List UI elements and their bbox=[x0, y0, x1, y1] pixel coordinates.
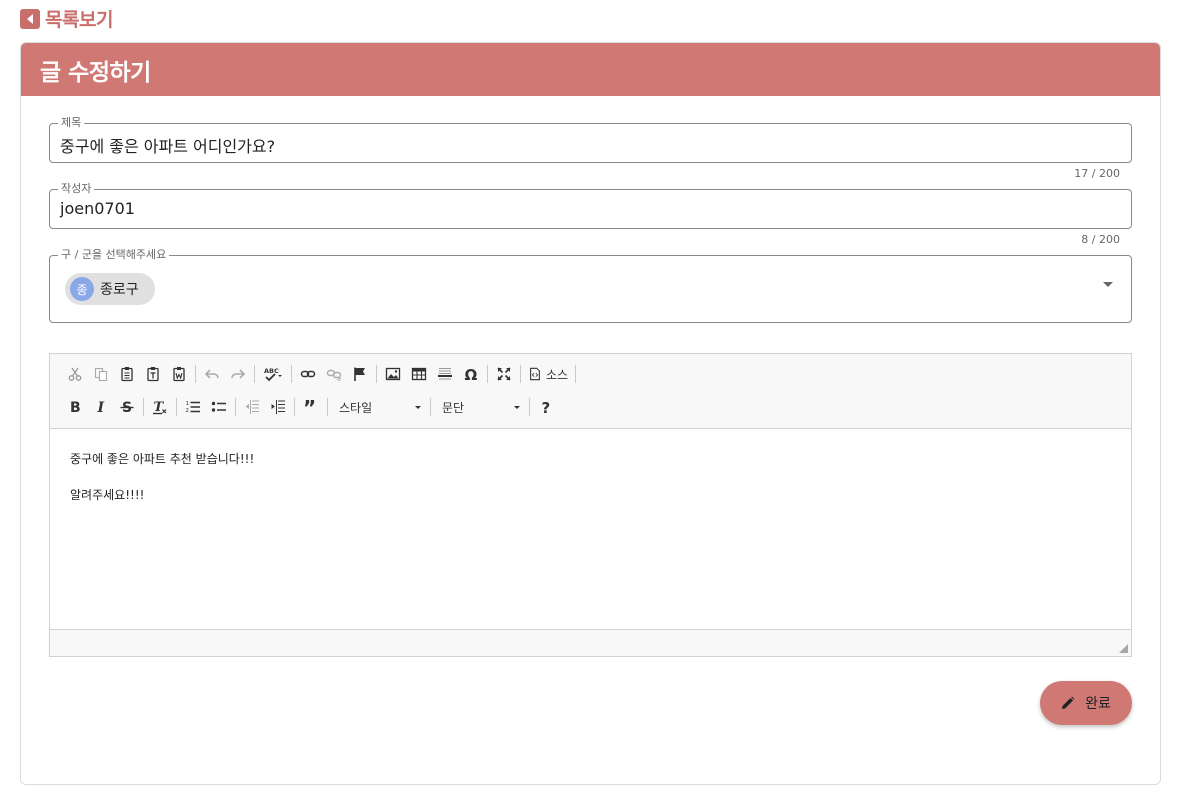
table-icon[interactable] bbox=[406, 361, 432, 387]
svg-text:?: ? bbox=[542, 399, 551, 415]
remove-format-icon[interactable]: T bbox=[147, 394, 173, 420]
styles-combo-label: 스타일 bbox=[339, 400, 373, 415]
toolbar-separator bbox=[176, 398, 177, 416]
redo-icon[interactable] bbox=[225, 361, 251, 387]
image-icon[interactable] bbox=[380, 361, 406, 387]
horizontal-rule-icon[interactable] bbox=[432, 361, 458, 387]
page-title: 글 수정하기 bbox=[40, 59, 151, 86]
title-field[interactable]: 제목 중구에 좋은 아파트 어디인가요? bbox=[49, 116, 1132, 163]
chip-avatar: 종 bbox=[70, 277, 94, 301]
caret-left-icon bbox=[20, 8, 40, 29]
district-select-legend: 구 / 군을 선택해주세요 bbox=[58, 248, 170, 262]
indent-icon[interactable] bbox=[265, 394, 291, 420]
toolbar-separator bbox=[143, 398, 144, 416]
special-char-icon[interactable]: Ω bbox=[458, 361, 484, 387]
district-select[interactable]: 구 / 군을 선택해주세요 종 종로구 bbox=[49, 248, 1132, 323]
toolbar-separator bbox=[254, 365, 255, 383]
toolbar-separator bbox=[487, 365, 488, 383]
toolbar-separator bbox=[575, 365, 577, 383]
source-button[interactable]: 소스 bbox=[524, 361, 572, 387]
dropdown-arrow-icon[interactable] bbox=[1103, 282, 1113, 287]
toolbar-separator bbox=[376, 365, 377, 383]
numbered-list-icon[interactable]: 12 bbox=[180, 394, 206, 420]
title-char-counter: 17 / 200 bbox=[1074, 167, 1120, 180]
source-icon bbox=[530, 367, 540, 381]
toolbar-separator bbox=[235, 398, 236, 416]
paste-icon[interactable] bbox=[114, 361, 140, 387]
help-icon[interactable]: ? bbox=[533, 394, 559, 420]
paste-text-icon[interactable] bbox=[140, 361, 166, 387]
toolbar-separator bbox=[327, 398, 328, 416]
title-field-legend: 제목 bbox=[58, 116, 85, 130]
paste-word-icon[interactable] bbox=[166, 361, 192, 387]
content-paragraph: 중구에 좋은 아파트 추천 받습니다!!! bbox=[70, 452, 255, 466]
toolbar-separator bbox=[195, 365, 196, 383]
svg-text:ABC: ABC bbox=[264, 367, 279, 375]
toolbar-row-1: ABC Ω 소스 bbox=[62, 361, 579, 387]
pencil-icon bbox=[1062, 696, 1075, 709]
italic-icon[interactable]: I bbox=[88, 394, 114, 420]
done-button[interactable]: 완료 bbox=[1040, 681, 1132, 725]
undo-icon[interactable] bbox=[199, 361, 225, 387]
svg-text:1: 1 bbox=[186, 401, 190, 407]
svg-text:”: ” bbox=[303, 399, 316, 415]
editor-status-bar bbox=[50, 629, 1131, 656]
card-header: 글 수정하기 bbox=[21, 43, 1160, 96]
toolbar-separator bbox=[294, 398, 295, 416]
chevron-down-icon bbox=[415, 405, 421, 409]
format-combo-label: 문단 bbox=[442, 400, 465, 415]
link-icon[interactable] bbox=[295, 361, 321, 387]
resize-grip-icon[interactable] bbox=[1119, 644, 1128, 653]
title-input[interactable]: 중구에 좋은 아파트 어디인가요? bbox=[60, 133, 275, 157]
format-combo[interactable]: 문단 bbox=[434, 396, 526, 418]
rich-text-editor: ABC Ω 소스 B I S T 1 2 ” 스타일 문단 ? 중구에 좋은 아… bbox=[49, 353, 1132, 657]
editor-content[interactable]: 중구에 좋은 아파트 추천 받습니다!!! 알려주세요!!!! bbox=[50, 430, 1131, 630]
chip-label: 종로구 bbox=[100, 282, 139, 298]
editor-toolbar: ABC Ω 소스 B I S T 1 2 ” 스타일 문단 ? bbox=[50, 354, 1131, 429]
toolbar-separator bbox=[430, 398, 431, 416]
anchor-icon[interactable] bbox=[347, 361, 373, 387]
content-paragraph: 알려주세요!!!! bbox=[70, 488, 145, 502]
styles-combo[interactable]: 스타일 bbox=[331, 396, 427, 418]
outdent-icon[interactable] bbox=[239, 394, 265, 420]
toolbar-separator bbox=[520, 365, 521, 383]
toolbar-separator bbox=[529, 398, 530, 416]
back-link-label: 목록보기 bbox=[45, 9, 113, 31]
done-button-label: 완료 bbox=[1085, 696, 1111, 712]
chevron-down-icon bbox=[514, 405, 520, 409]
district-chip[interactable]: 종 종로구 bbox=[65, 273, 155, 305]
unlink-icon[interactable] bbox=[321, 361, 347, 387]
blockquote-icon[interactable]: ” bbox=[298, 394, 324, 420]
edit-post-card: 글 수정하기 제목 중구에 좋은 아파트 어디인가요? 17 / 200 작성자… bbox=[20, 42, 1161, 785]
svg-text:B: B bbox=[70, 400, 81, 415]
author-field[interactable]: 작성자 joen0701 bbox=[49, 182, 1132, 229]
toolbar-row-2: B I S T 12 ” 스타일 문단 ? bbox=[62, 394, 559, 420]
svg-text:2: 2 bbox=[186, 408, 190, 414]
author-char-counter: 8 / 200 bbox=[1081, 233, 1120, 246]
maximize-icon[interactable] bbox=[491, 361, 517, 387]
author-field-legend: 작성자 bbox=[58, 182, 95, 196]
toolbar-separator bbox=[291, 365, 292, 383]
svg-text:Ω: Ω bbox=[465, 366, 478, 382]
svg-text:I: I bbox=[97, 400, 105, 415]
strike-icon[interactable]: S bbox=[114, 394, 140, 420]
bold-icon[interactable]: B bbox=[62, 394, 88, 420]
spellcheck-icon[interactable]: ABC bbox=[258, 361, 288, 387]
source-label: 소스 bbox=[546, 367, 569, 382]
bulleted-list-icon[interactable] bbox=[206, 394, 232, 420]
back-to-list-link[interactable]: 목록보기 bbox=[20, 5, 113, 32]
cut-icon[interactable] bbox=[62, 361, 88, 387]
copy-icon[interactable] bbox=[88, 361, 114, 387]
author-input[interactable]: joen0701 bbox=[60, 199, 135, 218]
